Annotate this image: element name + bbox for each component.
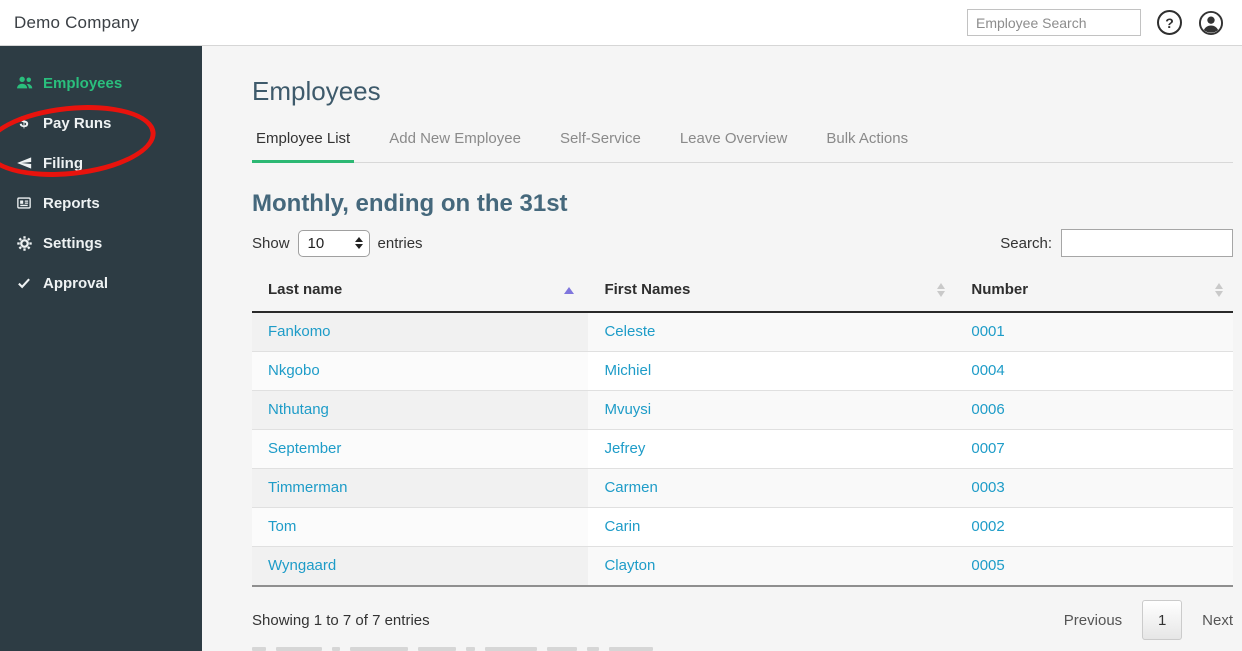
column-header-last-name[interactable]: Last name bbox=[252, 270, 589, 313]
employee-last-name-link[interactable]: Timmerman bbox=[268, 479, 347, 496]
previous-button[interactable]: Previous bbox=[1064, 612, 1122, 629]
dollar-icon: $ bbox=[19, 114, 29, 131]
table-row: Nkgobo Michiel 0004 bbox=[252, 351, 1233, 391]
newspaper-icon bbox=[13, 195, 35, 211]
table-row: Wyngaard Clayton 0005 bbox=[252, 546, 1233, 587]
table-row: Nthutang Mvuysi 0006 bbox=[252, 390, 1233, 430]
column-header-first-names[interactable]: First Names bbox=[588, 270, 956, 313]
select-arrows-icon bbox=[354, 237, 363, 249]
sidebar-item-label: Approval bbox=[43, 274, 109, 292]
sidebar-item-label: Employees bbox=[43, 74, 123, 92]
page-title: Employees bbox=[252, 76, 381, 106]
employee-first-name-link[interactable]: Jefrey bbox=[604, 440, 645, 457]
cutoff-text-fragment bbox=[252, 647, 653, 651]
main-content: Employees Employee List Add New Employee… bbox=[202, 46, 1242, 651]
employee-number-link[interactable]: 0007 bbox=[971, 440, 1004, 457]
employee-table: Last name First Names Number Fankomo Cel… bbox=[252, 270, 1233, 587]
employee-last-name-link[interactable]: September bbox=[268, 440, 341, 457]
tab-self-service[interactable]: Self-Service bbox=[556, 130, 645, 162]
entries-select[interactable]: 10 bbox=[297, 229, 370, 257]
pay-frequency-title: Monthly, ending on the 31st bbox=[252, 190, 568, 217]
employee-last-name-link[interactable]: Nthutang bbox=[268, 401, 329, 418]
table-row: Tom Carin 0002 bbox=[252, 507, 1233, 547]
show-label: Show bbox=[252, 234, 290, 252]
employee-number-link[interactable]: 0003 bbox=[971, 479, 1004, 496]
tab-employee-list[interactable]: Employee List bbox=[252, 130, 355, 163]
table-search-input[interactable] bbox=[1061, 229, 1233, 257]
employee-last-name-link[interactable]: Tom bbox=[268, 518, 296, 535]
sidebar-item-label: Pay Runs bbox=[43, 114, 112, 132]
table-row: Fankomo Celeste 0001 bbox=[252, 312, 1233, 352]
sidebar-item-label: Settings bbox=[43, 234, 103, 252]
tab-bulk-actions[interactable]: Bulk Actions bbox=[822, 130, 912, 162]
employee-number-link[interactable]: 0005 bbox=[971, 557, 1004, 574]
employee-last-name-link[interactable]: Fankomo bbox=[268, 323, 331, 340]
entries-control: Show 10 entries bbox=[252, 229, 423, 257]
sidebar-item-reports[interactable]: Reports bbox=[0, 183, 202, 223]
tab-add-new-employee[interactable]: Add New Employee bbox=[385, 130, 525, 162]
company-name: Demo Company bbox=[14, 12, 140, 32]
topbar: Demo Company ? bbox=[0, 0, 1242, 46]
table-footer: Showing 1 to 7 of 7 entries Previous 1 N… bbox=[252, 600, 1233, 640]
help-icon[interactable]: ? bbox=[1157, 10, 1182, 35]
sidebar-item-approval[interactable]: Approval bbox=[0, 263, 202, 303]
sidebar-item-settings[interactable]: Settings bbox=[0, 223, 202, 263]
entries-select-value: 10 bbox=[307, 234, 325, 252]
user-account-icon[interactable] bbox=[1198, 10, 1224, 36]
gear-icon bbox=[13, 235, 35, 252]
employee-last-name-link[interactable]: Wyngaard bbox=[268, 557, 336, 574]
entries-label: entries bbox=[377, 234, 423, 252]
sort-both-icon bbox=[1215, 283, 1223, 297]
app-window: Demo Company ? Employee bbox=[0, 0, 1242, 651]
search-control: Search: bbox=[1000, 229, 1233, 257]
search-label: Search: bbox=[1000, 234, 1052, 252]
employee-number-link[interactable]: 0004 bbox=[971, 362, 1004, 379]
check-icon bbox=[13, 276, 35, 290]
table-row: September Jefrey 0007 bbox=[252, 429, 1233, 469]
page-1-button[interactable]: 1 bbox=[1142, 600, 1183, 640]
sort-both-icon bbox=[937, 283, 946, 297]
employee-first-name-link[interactable]: Michiel bbox=[604, 362, 651, 379]
employee-number-link[interactable]: 0002 bbox=[971, 518, 1004, 535]
employee-first-name-link[interactable]: Mvuysi bbox=[604, 401, 651, 418]
entries-summary: Showing 1 to 7 of 7 entries bbox=[252, 611, 430, 629]
next-button[interactable]: Next bbox=[1202, 612, 1233, 629]
employee-last-name-link[interactable]: Nkgobo bbox=[268, 362, 320, 379]
sidebar: Employees $ Pay Runs Filing Reports Sett… bbox=[0, 46, 202, 651]
table-header-row: Last name First Names Number bbox=[252, 270, 1233, 313]
sidebar-item-label: Reports bbox=[43, 194, 100, 212]
employee-first-name-link[interactable]: Carmen bbox=[604, 479, 657, 496]
employee-first-name-link[interactable]: Carin bbox=[604, 518, 640, 535]
column-header-number[interactable]: Number bbox=[955, 270, 1233, 313]
sidebar-item-employees[interactable]: Employees bbox=[0, 63, 202, 103]
tab-leave-overview[interactable]: Leave Overview bbox=[676, 130, 792, 162]
tab-bar: Employee List Add New Employee Self-Serv… bbox=[252, 130, 1233, 163]
employee-number-link[interactable]: 0006 bbox=[971, 401, 1004, 418]
sidebar-item-pay-runs[interactable]: $ Pay Runs bbox=[0, 103, 202, 143]
sidebar-item-label: Filing bbox=[43, 154, 83, 172]
sort-asc-icon bbox=[564, 287, 575, 294]
users-icon bbox=[13, 75, 35, 91]
paper-plane-icon bbox=[13, 155, 35, 171]
topbar-right: ? bbox=[967, 9, 1224, 36]
employee-number-link[interactable]: 0001 bbox=[971, 323, 1004, 340]
employee-first-name-link[interactable]: Celeste bbox=[604, 323, 655, 340]
pagination: Previous 1 Next bbox=[1064, 600, 1233, 640]
table-row: Timmerman Carmen 0003 bbox=[252, 468, 1233, 508]
sidebar-item-filing[interactable]: Filing bbox=[0, 143, 202, 183]
employee-search-input[interactable] bbox=[967, 9, 1141, 36]
employee-first-name-link[interactable]: Clayton bbox=[604, 557, 655, 574]
table-controls: Show 10 entries Search: bbox=[252, 229, 1233, 257]
